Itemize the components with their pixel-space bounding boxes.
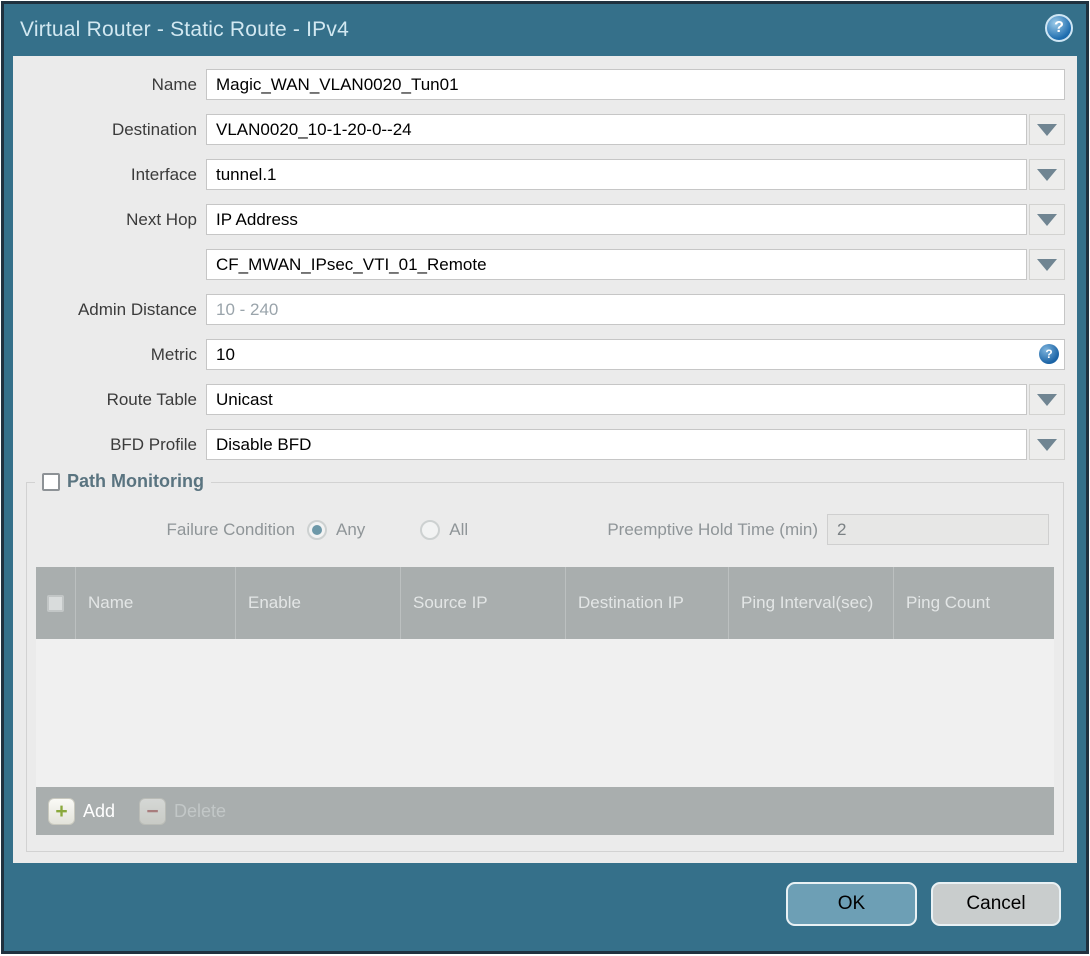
- delete-button-label: Delete: [174, 800, 227, 821]
- name-input[interactable]: [206, 69, 1065, 100]
- failure-condition-all-radio[interactable]: [420, 519, 441, 540]
- destination-label: Destination: [111, 119, 197, 139]
- select-all-checkbox[interactable]: [47, 594, 64, 612]
- interface-input[interactable]: [206, 159, 1027, 190]
- interface-dropdown-button[interactable]: [1029, 159, 1065, 190]
- destination-row: Destination: [13, 114, 1077, 145]
- path-monitoring-title: Path Monitoring: [67, 471, 204, 491]
- metric-help-icon[interactable]: ?: [1039, 344, 1059, 364]
- bfd-profile-dropdown-button[interactable]: [1029, 429, 1065, 460]
- chevron-down-icon: [1037, 393, 1057, 406]
- delete-icon: −: [139, 797, 167, 825]
- table-select-all-cell: [36, 567, 76, 639]
- column-header-ping-count[interactable]: Ping Count: [894, 567, 1054, 639]
- metric-label: Metric: [150, 344, 197, 364]
- add-button-label: Add: [83, 800, 116, 821]
- chevron-down-icon: [1037, 123, 1057, 136]
- route-table-row: Route Table: [13, 384, 1077, 415]
- help-icon[interactable]: ?: [1045, 14, 1073, 42]
- path-monitoring-section: Path Monitoring Failure Condition Any Al…: [26, 471, 1064, 852]
- chevron-down-icon: [1037, 438, 1057, 451]
- route-table-dropdown-button[interactable]: [1029, 384, 1065, 415]
- chevron-down-icon: [1037, 213, 1057, 226]
- metric-input[interactable]: [206, 339, 1065, 370]
- next-hop-address-row: [13, 249, 1077, 280]
- failure-condition-label: Failure Condition: [166, 519, 295, 539]
- bfd-profile-input[interactable]: [206, 429, 1027, 460]
- next-hop-address-input[interactable]: [206, 249, 1027, 280]
- column-header-name[interactable]: Name: [76, 567, 236, 639]
- ok-button[interactable]: OK: [786, 882, 917, 926]
- table-header-row: Name Enable Source IP Destination IP Pin…: [36, 567, 1054, 639]
- table-body-empty: [36, 639, 1054, 787]
- preemptive-hold-time-label: Preemptive Hold Time (min): [607, 519, 818, 539]
- metric-row: Metric ?: [13, 339, 1077, 370]
- name-row: Name: [13, 69, 1077, 100]
- dialog-title: Virtual Router - Static Route - IPv4: [20, 18, 349, 41]
- interface-row: Interface: [13, 159, 1077, 190]
- next-hop-type-input[interactable]: [206, 204, 1027, 235]
- failure-condition-any-radio[interactable]: [307, 519, 327, 540]
- destination-dropdown-button[interactable]: [1029, 114, 1065, 145]
- failure-condition-any-label: Any: [336, 519, 366, 539]
- next-hop-dropdown-button[interactable]: [1029, 204, 1065, 235]
- bfd-profile-label: BFD Profile: [110, 434, 197, 454]
- path-monitoring-table: Name Enable Source IP Destination IP Pin…: [36, 567, 1054, 835]
- destination-input[interactable]: [206, 114, 1027, 145]
- preemptive-hold-time-input[interactable]: [827, 514, 1049, 545]
- admin-distance-input[interactable]: [206, 294, 1065, 325]
- path-monitoring-checkbox[interactable]: [42, 472, 60, 491]
- failure-condition-all-label: All: [449, 519, 469, 539]
- column-header-enable[interactable]: Enable: [236, 567, 401, 639]
- static-route-dialog: Virtual Router - Static Route - IPv4 ? N…: [1, 1, 1089, 954]
- cancel-button[interactable]: Cancel: [931, 882, 1061, 926]
- admin-distance-row: Admin Distance: [13, 294, 1077, 325]
- failure-condition-row: Failure Condition Any All Preemptive Hol…: [27, 514, 1063, 545]
- interface-label: Interface: [130, 164, 197, 184]
- route-table-label: Route Table: [106, 389, 197, 409]
- bfd-profile-row: BFD Profile: [13, 429, 1077, 460]
- add-button[interactable]: + Add: [48, 797, 116, 825]
- name-label: Name: [151, 74, 197, 94]
- dialog-body: Name Destination Interface: [13, 56, 1077, 863]
- route-table-input[interactable]: [206, 384, 1027, 415]
- admin-distance-label: Admin Distance: [77, 299, 197, 319]
- next-hop-address-dropdown-button[interactable]: [1029, 249, 1065, 280]
- dialog-titlebar: Virtual Router - Static Route - IPv4 ?: [4, 4, 1086, 56]
- column-header-source-ip[interactable]: Source IP: [401, 567, 566, 639]
- next-hop-label: Next Hop: [126, 209, 197, 229]
- chevron-down-icon: [1037, 258, 1057, 271]
- column-header-destination-ip[interactable]: Destination IP: [566, 567, 729, 639]
- add-icon: +: [48, 797, 75, 825]
- chevron-down-icon: [1037, 168, 1057, 181]
- table-toolbar: + Add − Delete: [36, 787, 1054, 835]
- delete-button[interactable]: − Delete: [139, 797, 227, 825]
- column-header-ping-interval[interactable]: Ping Interval(sec): [729, 567, 894, 639]
- next-hop-row: Next Hop: [13, 204, 1077, 235]
